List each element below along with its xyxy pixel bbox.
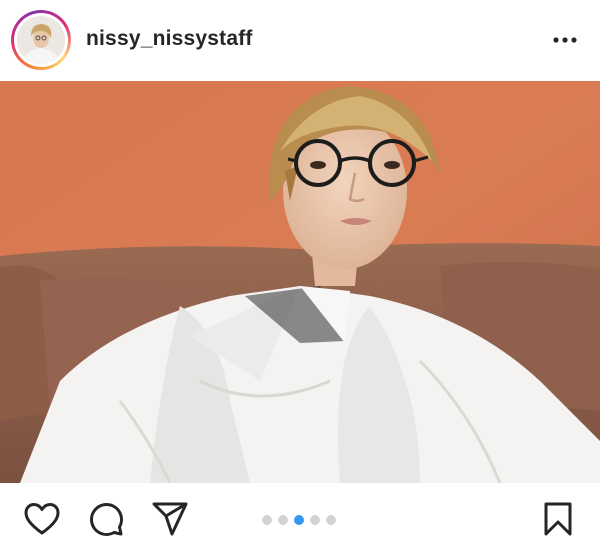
- carousel-dot: [310, 515, 320, 525]
- share-button[interactable]: [150, 499, 190, 539]
- carousel-dot: [326, 515, 336, 525]
- comment-icon: [90, 503, 123, 536]
- post-actions: [0, 483, 600, 542]
- more-horizontal-icon: [553, 37, 577, 43]
- post-username[interactable]: nissy_nissystaff: [86, 27, 253, 51]
- save-button[interactable]: [538, 499, 578, 539]
- like-button[interactable]: [22, 499, 62, 539]
- carousel-dot: [262, 515, 272, 525]
- comment-button[interactable]: [86, 499, 126, 539]
- post-header: nissy_nissystaff: [0, 0, 600, 80]
- heart-icon: [24, 503, 60, 535]
- post-photo[interactable]: [0, 81, 600, 483]
- carousel-indicator: [262, 515, 336, 525]
- carousel-dot: [278, 515, 288, 525]
- paper-plane-icon: [152, 502, 188, 536]
- avatar-story-ring[interactable]: [11, 10, 71, 70]
- post-image: [0, 81, 600, 483]
- avatar[interactable]: [17, 16, 65, 64]
- bookmark-icon: [544, 502, 572, 536]
- avatar-ring-gap: [14, 13, 68, 67]
- avatar-image: [17, 16, 65, 64]
- more-options-button[interactable]: [548, 25, 582, 55]
- carousel-dot-active: [294, 515, 304, 525]
